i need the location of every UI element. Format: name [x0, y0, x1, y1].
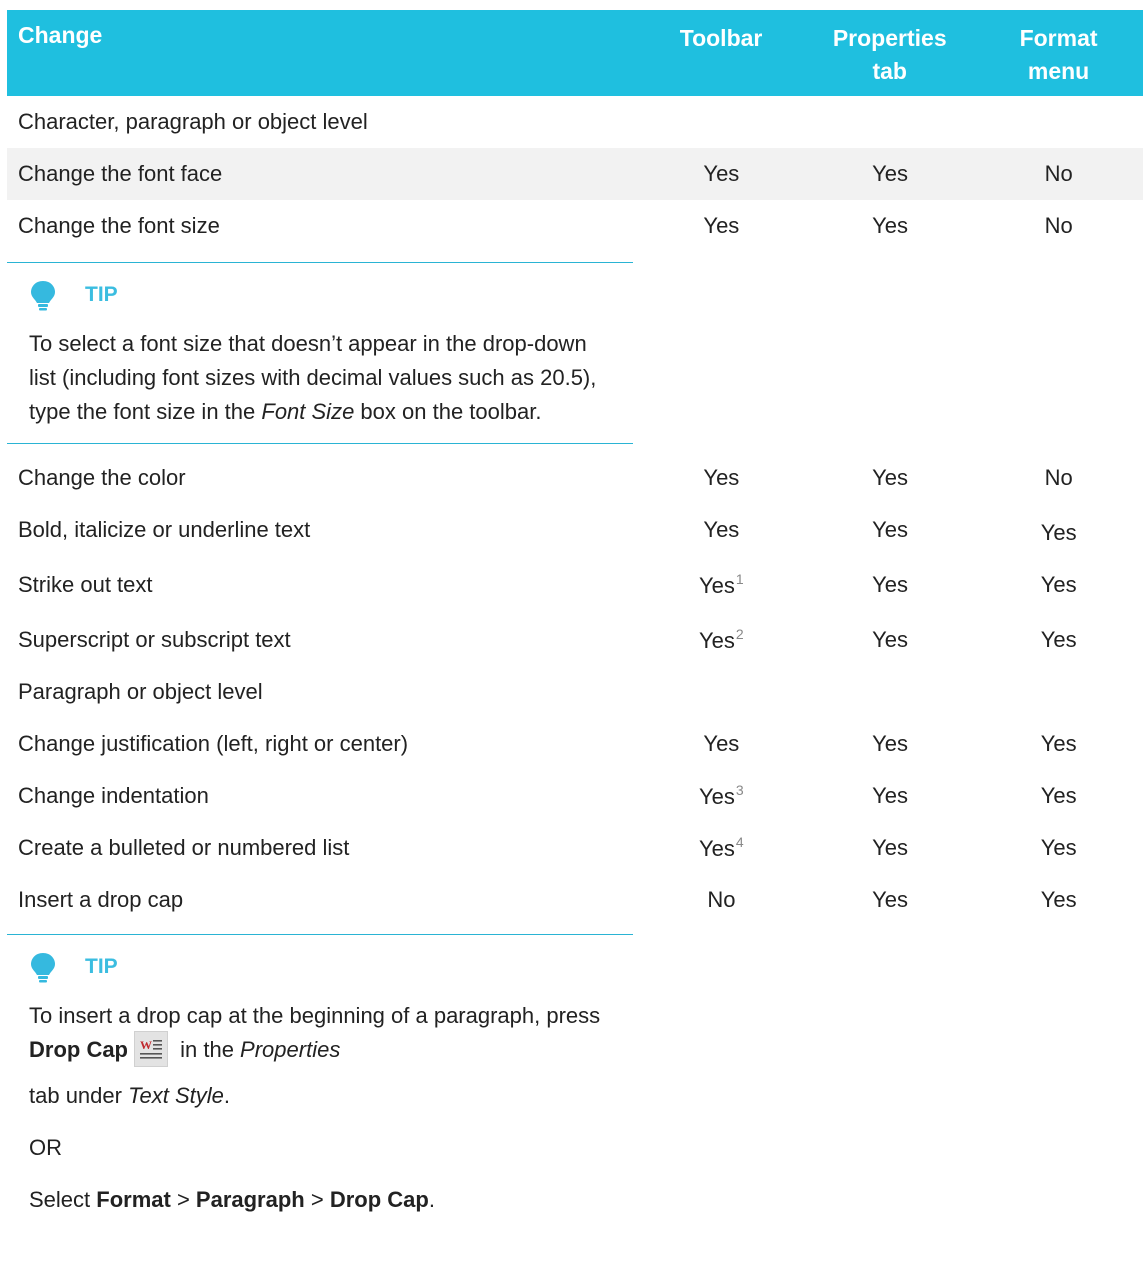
cell-properties: Yes [872, 213, 908, 238]
lightbulb-icon [29, 951, 57, 983]
menu-path-format: Format [96, 1187, 171, 1213]
tip-text: . [428, 1187, 435, 1213]
drop-cap-icon: W [134, 1031, 168, 1068]
row-label: Strike out text [18, 572, 153, 597]
menu-path-paragraph: Paragraph [195, 1187, 305, 1213]
footnote-ref: 2 [735, 626, 744, 642]
menu-path-drop-cap: Drop Cap [329, 1187, 429, 1213]
row-label: Insert a drop cap [18, 887, 184, 912]
cell-toolbar: Yes3 [637, 782, 806, 810]
cell-format: Yes [1040, 887, 1077, 912]
cell-properties: Yes [872, 572, 908, 597]
table-row: Create a bulleted or numbered list Yes4 … [7, 822, 1143, 874]
lightbulb-icon [29, 279, 57, 311]
row-label: Change the font size [18, 213, 220, 238]
svg-text:W: W [140, 1038, 152, 1052]
cell-toolbar: No [707, 887, 736, 912]
tip-italic: Font Size [261, 399, 355, 424]
cell-format: Yes [1040, 835, 1077, 860]
cell-toolbar: Yes2 [637, 626, 806, 654]
tip-text: . [223, 1083, 230, 1109]
cell-properties: Yes [872, 161, 908, 186]
table-row: Change indentation Yes3 Yes Yes [7, 770, 1143, 822]
row-label: Character, paragraph or object level [18, 109, 368, 134]
row-label: Change the color [18, 465, 186, 490]
table-row: Change the color Yes Yes No [7, 452, 1143, 504]
cell-format: No [1044, 161, 1073, 186]
table-row: Insert a drop cap No Yes Yes [7, 874, 1143, 926]
row-label: Change indentation [18, 783, 209, 808]
cell-toolbar: Yes [703, 731, 740, 756]
cell-toolbar: Yes [703, 213, 740, 238]
cell-format: Yes [1040, 731, 1077, 756]
tip-label: TIP [85, 283, 118, 306]
formatting-table: Change Toolbar Properties tab Format men… [7, 10, 1143, 1235]
cell-toolbar: Yes [703, 161, 740, 186]
cell-properties: Yes [872, 627, 908, 652]
tip-italic: Text Style [128, 1083, 224, 1109]
cell-format: Yes [1040, 783, 1077, 808]
cell-value: Yes [699, 784, 735, 809]
footnote-ref: 4 [735, 834, 744, 850]
row-label: Change the font face [18, 161, 223, 186]
tip-bold: Drop Cap [29, 1037, 128, 1062]
row-label: Bold, italicize or underline text [18, 517, 311, 542]
tip-body: To insert a drop cap at the beginning of… [29, 999, 613, 1217]
cell-format: No [1044, 465, 1073, 490]
cell-format: No [1044, 213, 1073, 238]
tip-label: TIP [85, 955, 118, 978]
tip-text: in the [174, 1037, 241, 1062]
cell-toolbar: Yes [703, 517, 740, 542]
tip-text: tab under [29, 1083, 129, 1109]
cell-toolbar: Yes [703, 465, 740, 490]
table-row: Change the font face Yes Yes No [7, 148, 1143, 200]
cell-properties: Yes [872, 887, 908, 912]
cell-format: Yes [1040, 572, 1077, 597]
cell-toolbar: Yes1 [637, 571, 806, 599]
tip-text: Select [29, 1187, 97, 1213]
header-change: Change [18, 22, 103, 48]
menu-path-separator: > [170, 1187, 196, 1213]
row-label: Paragraph or object level [18, 679, 263, 704]
cell-properties: Yes [872, 835, 908, 860]
tip-header: TIP [29, 949, 613, 985]
cell-value: Yes [699, 836, 735, 861]
table-row: Change the font size Yes Yes No [7, 200, 1143, 252]
cell-value: Yes [699, 628, 735, 653]
cell-properties: Yes [872, 731, 908, 756]
footnote-ref: 3 [735, 782, 744, 798]
tip-header: TIP [29, 277, 613, 313]
cell-properties: Yes [872, 783, 908, 808]
tip-or: OR [29, 1135, 62, 1161]
table-row: Bold, italicize or underline text Yes Ye… [7, 504, 1143, 556]
tip-box-font-size: TIP To select a font size that doesn’t a… [7, 262, 633, 444]
tip-italic: Properties [240, 1037, 341, 1062]
row-label: Superscript or subscript text [18, 627, 291, 652]
cell-format: Yes [1040, 627, 1077, 652]
row-label: Create a bulleted or numbered list [18, 835, 350, 860]
header-format-menu: Format menu [1019, 25, 1098, 84]
cell-toolbar: Yes4 [637, 834, 806, 862]
table-row: Superscript or subscript text Yes2 Yes Y… [7, 614, 1143, 666]
cell-properties: Yes [872, 517, 908, 542]
tip-body: To select a font size that doesn’t appea… [29, 327, 613, 429]
formatting-options-page: Change Toolbar Properties tab Format men… [0, 0, 1143, 1270]
footnote-ref: 1 [735, 571, 744, 587]
table-row-section-character: Character, paragraph or object level [7, 96, 1143, 148]
table-header: Change Toolbar Properties tab Format men… [7, 10, 1143, 96]
menu-path-separator: > [304, 1187, 330, 1213]
header-properties-tab: Properties tab [832, 25, 947, 84]
table-row: Change justification (left, right or cen… [7, 718, 1143, 770]
cell-properties: Yes [872, 465, 908, 490]
header-toolbar: Toolbar [679, 25, 763, 51]
cell-format: Yes [1040, 520, 1077, 545]
cell-value: Yes [699, 573, 735, 598]
table-row-section-paragraph: Paragraph or object level [7, 666, 1143, 718]
tip-text: box on the toolbar. [354, 399, 542, 424]
tip-text: To insert a drop cap at the beginning of… [29, 1003, 601, 1028]
row-label: Change justification (left, right or cen… [18, 731, 409, 756]
tip-box-drop-cap: TIP To insert a drop cap at the beginnin… [7, 934, 633, 1217]
table-row: Strike out text Yes1 Yes Yes [7, 556, 1143, 614]
